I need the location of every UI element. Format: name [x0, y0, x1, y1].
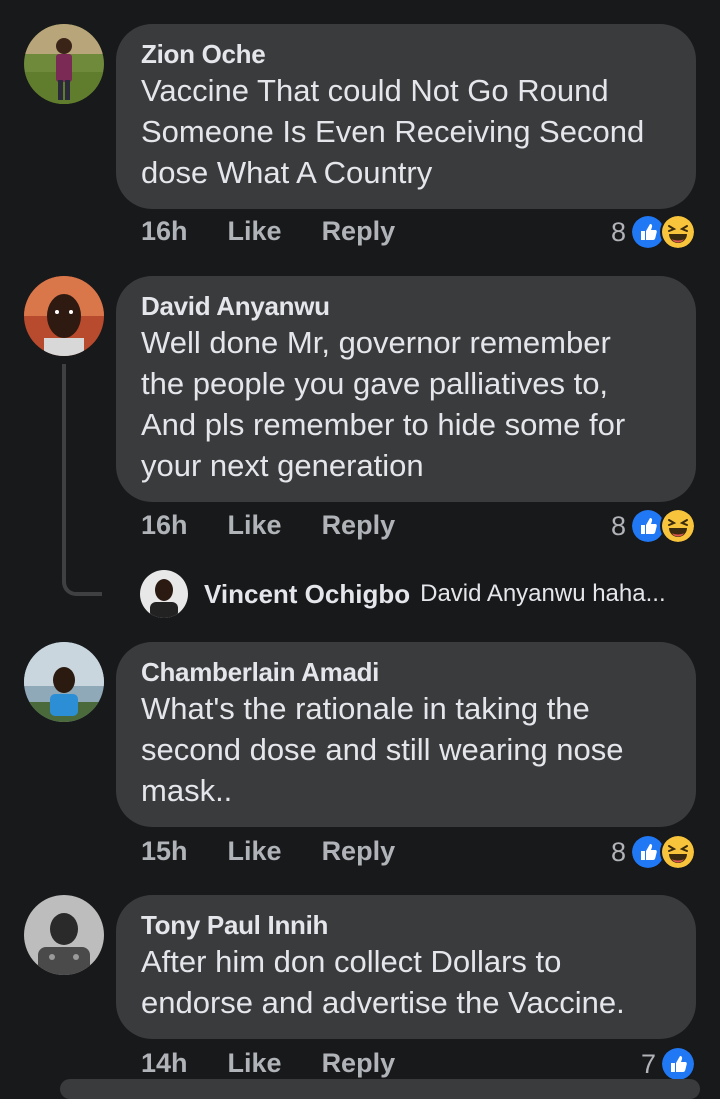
like-button[interactable]: Like — [228, 216, 282, 247]
comment-text: What's the rationale in taking the secon… — [141, 691, 624, 808]
reaction-count: 8 — [610, 510, 626, 541]
reply-author-name[interactable]: Vincent Ochigbo — [204, 579, 410, 610]
reply-thread-line — [62, 364, 102, 596]
avatar-photo — [140, 570, 188, 618]
timestamp[interactable]: 14h — [141, 1048, 188, 1079]
avatar-photo — [24, 642, 104, 722]
comment-bubble[interactable]: Zion Oche Vaccine That could Not Go Roun… — [116, 24, 696, 209]
reply-button[interactable]: Reply — [322, 836, 396, 867]
avatar[interactable] — [24, 276, 104, 356]
reply-avatar[interactable] — [140, 570, 188, 618]
reaction-summary[interactable]: 8 — [611, 214, 696, 250]
avatar[interactable] — [24, 24, 104, 104]
reaction-count: 7 — [640, 1048, 656, 1079]
haha-reaction-icon — [660, 508, 696, 544]
next-comment-bubble-edge — [60, 1079, 700, 1099]
reply-button[interactable]: Reply — [322, 1048, 396, 1079]
like-button[interactable]: Like — [228, 1048, 282, 1079]
comment-actions: 16h Like Reply — [141, 216, 395, 247]
comment-bubble[interactable]: Tony Paul Innih After him don collect Do… — [116, 895, 696, 1039]
commenter-name[interactable]: David Anyanwu — [141, 290, 672, 322]
comment-actions: 16h Like Reply — [141, 510, 395, 541]
comment-text: After him don collect Dollars to endorse… — [141, 944, 625, 1020]
commenter-name[interactable]: Tony Paul Innih — [141, 909, 672, 941]
comment-bubble[interactable]: David Anyanwu Well done Mr, governor rem… — [116, 276, 696, 502]
like-reaction-icon — [660, 1046, 696, 1082]
comment-text: Vaccine That could Not Go Round Someone … — [141, 73, 645, 190]
comment-actions: 15h Like Reply — [141, 836, 395, 867]
avatar[interactable] — [24, 895, 104, 975]
comment-actions: 14h Like Reply — [141, 1048, 395, 1079]
comment-bubble[interactable]: Chamberlain Amadi What's the rationale i… — [116, 642, 696, 827]
reaction-summary[interactable]: 8 — [611, 508, 696, 544]
timestamp[interactable]: 15h — [141, 836, 188, 867]
reply-button[interactable]: Reply — [322, 216, 396, 247]
commenter-name[interactable]: Zion Oche — [141, 38, 672, 70]
timestamp[interactable]: 16h — [141, 510, 188, 541]
avatar[interactable] — [24, 642, 104, 722]
reaction-summary[interactable]: 8 — [611, 834, 696, 870]
commenter-name[interactable]: Chamberlain Amadi — [141, 656, 672, 688]
reply-button[interactable]: Reply — [322, 510, 396, 541]
reaction-count: 8 — [610, 216, 626, 247]
like-button[interactable]: Like — [228, 510, 282, 541]
comment-text: Well done Mr, governor remember the peop… — [141, 325, 626, 483]
haha-reaction-icon — [660, 214, 696, 250]
avatar-photo — [24, 895, 104, 975]
like-button[interactable]: Like — [228, 836, 282, 867]
reply-preview[interactable]: Vincent Ochigbo David Anyanwu haha... — [140, 570, 666, 618]
avatar-photo — [24, 276, 104, 356]
reaction-count: 8 — [610, 836, 626, 867]
reaction-summary[interactable]: 7 — [641, 1046, 696, 1082]
avatar-photo — [24, 24, 104, 104]
reply-snippet: David Anyanwu haha... — [420, 580, 666, 607]
haha-reaction-icon — [660, 834, 696, 870]
timestamp[interactable]: 16h — [141, 216, 188, 247]
